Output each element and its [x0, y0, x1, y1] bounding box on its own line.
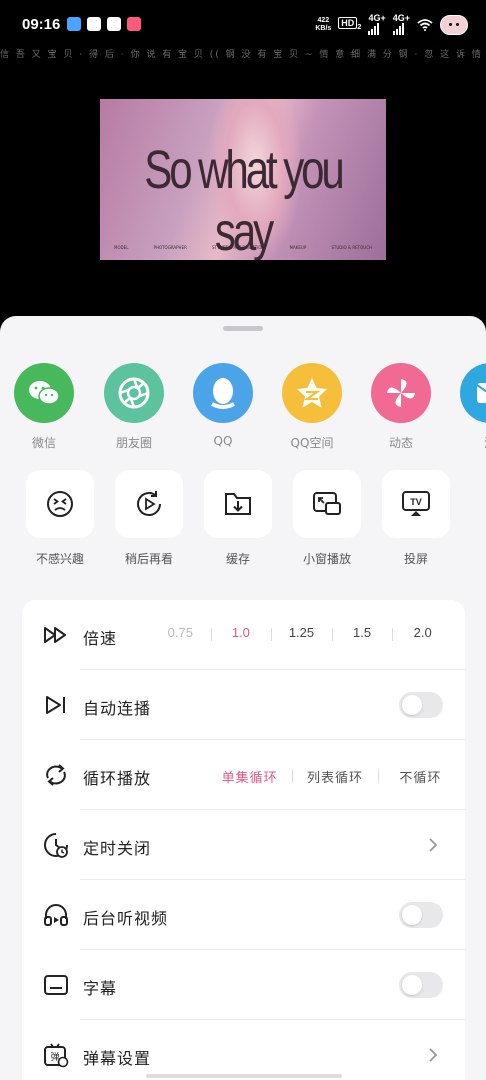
share-label: 朋友圈	[115, 436, 152, 450]
action-label: 小窗播放	[302, 552, 351, 566]
pinwheel-icon	[371, 363, 431, 423]
playback-settings-card: 倍速 0.75 1.0 1.25 1.5 2.0 自动连播 循环播放 单集循环 …	[22, 600, 465, 1080]
svg-text:TV: TV	[410, 497, 422, 507]
row-background-play[interactable]: 后台听视频	[22, 880, 465, 950]
row-speed: 倍速 0.75 1.0 1.25 1.5 2.0	[22, 600, 465, 670]
share-label: 动态	[388, 436, 413, 450]
loop-selector: 单集循环 列表循环 不循环	[207, 767, 463, 786]
speed-option[interactable]: 0.75	[150, 625, 211, 640]
action-label: 投屏	[403, 552, 428, 566]
video-credits: MODEL PHOTOGRAPHER STYLIST & ART DIRECTI…	[114, 245, 372, 250]
signal-sim1: 4G+	[368, 14, 386, 35]
speed-option[interactable]: 1.5	[331, 625, 393, 641]
cast-tv-icon: TV	[382, 470, 450, 538]
speed-option[interactable]: 2.0	[392, 625, 453, 641]
loop-label: 循环播放	[83, 769, 152, 788]
dislike-face-icon	[26, 470, 94, 538]
signal-bars-icon	[368, 23, 380, 35]
share-label: QQ空间	[290, 436, 334, 450]
video-player[interactable]: So what you say MODEL PHOTOGRAPHER STYLI…	[100, 99, 386, 260]
speed-option-selected[interactable]: 1.0	[210, 625, 272, 641]
row-autoplay[interactable]: 自动连播	[22, 670, 465, 740]
row-danmaku-settings[interactable]: 弹 弹幕设置	[22, 1020, 465, 1080]
danmaku-settings-icon: 弹	[44, 1043, 69, 1068]
signal-bars-icon	[392, 23, 404, 35]
network-speed: 422 KB/s	[315, 16, 332, 32]
qzone-icon	[282, 363, 342, 423]
more-options-sheet: 微信 朋友圈 QQ QQ空间 动态 不感兴趣 稍后再看 缓存 小窗播放 TV 投…	[0, 316, 486, 1080]
loop-option[interactable]: 列表循环	[292, 767, 377, 786]
background-play-toggle[interactable]	[399, 902, 443, 928]
loop-icon	[46, 764, 66, 786]
moments-icon	[104, 363, 164, 423]
danmaku-overlay: 信 吾 又 宝 贝 · 得 后 · 你 说 有 宝 贝 (( 钢 没 有 宝 贝…	[0, 50, 486, 60]
watch-later-icon	[115, 470, 183, 538]
chevron-right-icon	[429, 1048, 438, 1062]
qq-icon	[193, 363, 253, 423]
background-play-label: 后台听视频	[83, 909, 169, 928]
signal-sim2: 4G+	[392, 14, 410, 35]
row-loop: 循环播放 单集循环 列表循环 不循环	[22, 740, 465, 810]
speed-label: 倍速	[83, 629, 118, 648]
fast-forward-icon	[44, 627, 66, 643]
autoplay-label: 自动连播	[83, 699, 152, 718]
timer-clock-icon	[44, 833, 68, 858]
speed-selector: 0.75 1.0 1.25 1.5 2.0	[150, 625, 453, 641]
share-label: 消	[446, 434, 486, 451]
row-timer[interactable]: 定时关闭	[22, 810, 465, 880]
status-time: 09:16	[22, 16, 61, 33]
action-label: 缓存	[225, 552, 250, 566]
wechat-icon	[14, 363, 74, 423]
loop-option[interactable]: 不循环	[377, 767, 463, 786]
action-label: 稍后再看	[124, 552, 173, 566]
chevron-right-icon	[429, 838, 438, 852]
hd-voice-badge: HD 2	[338, 17, 361, 31]
subtitle-toggle[interactable]	[399, 972, 443, 998]
message-icon	[460, 363, 486, 423]
danmaku-settings-label: 弹幕设置	[83, 1049, 152, 1068]
notification-app-icon	[67, 17, 81, 31]
skip-next-icon	[46, 696, 65, 714]
speed-option[interactable]: 1.25	[271, 625, 332, 641]
notification-app-icon	[87, 17, 101, 31]
subtitle-label: 字幕	[83, 979, 118, 998]
notification-app-icon	[107, 17, 121, 31]
headphones-icon	[44, 904, 68, 926]
loop-option-selected[interactable]: 单集循环	[207, 767, 292, 786]
picture-in-picture-icon	[293, 470, 361, 538]
sheet-drag-handle[interactable]	[223, 326, 263, 331]
subtitle-icon	[44, 975, 68, 995]
video-overlay-title: So what you say	[144, 140, 345, 260]
autoplay-toggle[interactable]	[399, 692, 443, 718]
notification-app-icon	[127, 17, 141, 31]
home-indicator[interactable]	[146, 1074, 342, 1078]
action-label: 不感兴趣	[35, 552, 84, 566]
status-bar: 09:16 422 KB/s HD 2 4G+ 4G+	[0, 0, 486, 48]
share-label: QQ	[213, 434, 233, 448]
battery-avatar-icon	[440, 14, 468, 35]
wifi-icon	[417, 18, 433, 31]
download-folder-icon	[204, 470, 272, 538]
row-subtitle[interactable]: 字幕	[22, 950, 465, 1020]
timer-label: 定时关闭	[83, 839, 152, 858]
share-label: 微信	[31, 436, 56, 450]
